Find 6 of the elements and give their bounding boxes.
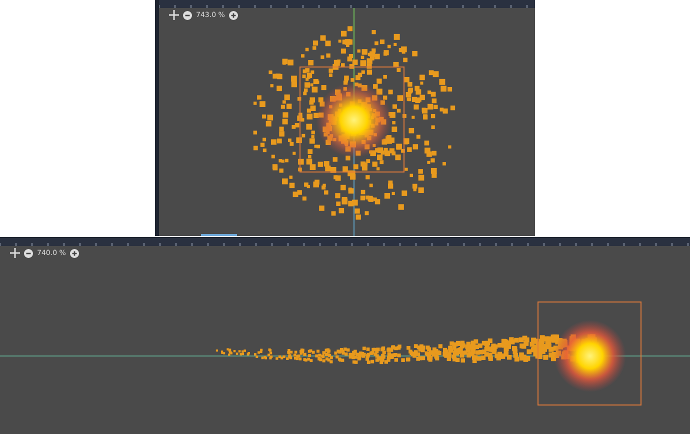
move-icon[interactable] [169,10,179,20]
move-icon[interactable] [10,248,20,258]
zoom-out-icon[interactable] [24,248,33,258]
zoom-out-icon[interactable] [183,10,192,20]
zoom-in-icon[interactable] [228,10,238,20]
zoom-in-icon[interactable] [70,248,79,258]
